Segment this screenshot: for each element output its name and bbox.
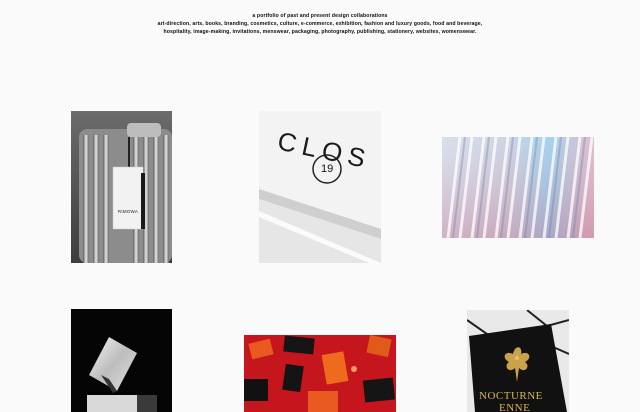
metal-card-image (71, 309, 172, 412)
nocturne-label-2: ENNE (499, 402, 531, 412)
project-tile-clos19[interactable]: CLOS 19 (259, 111, 381, 263)
project-tile-ribbed-glass[interactable] (442, 137, 594, 238)
project-tile-nocturne[interactable]: NOCTURNE ENNE (467, 310, 569, 412)
project-tile-metal-card[interactable] (71, 309, 172, 412)
project-tile-luggage[interactable]: RIMOWA (71, 111, 172, 263)
red-packaging-image (244, 335, 396, 412)
intro-line-1: a portfolio of past and present design c… (252, 13, 388, 19)
project-tile-red-packaging[interactable] (244, 335, 396, 412)
tag-label: RIMOWA (117, 209, 139, 214)
nocturne-label-1: NOCTURNE (479, 390, 543, 402)
intro-text: a portfolio of past and present design c… (0, 12, 640, 36)
luggage-image (71, 111, 172, 263)
intro-line-2: art-direction, arts, books, branding, co… (157, 21, 483, 27)
intro-line-3: hospitality, image-making, invitations, … (163, 29, 477, 35)
ribbed-glass-image (442, 137, 594, 238)
clos-number: 19 (321, 163, 334, 175)
